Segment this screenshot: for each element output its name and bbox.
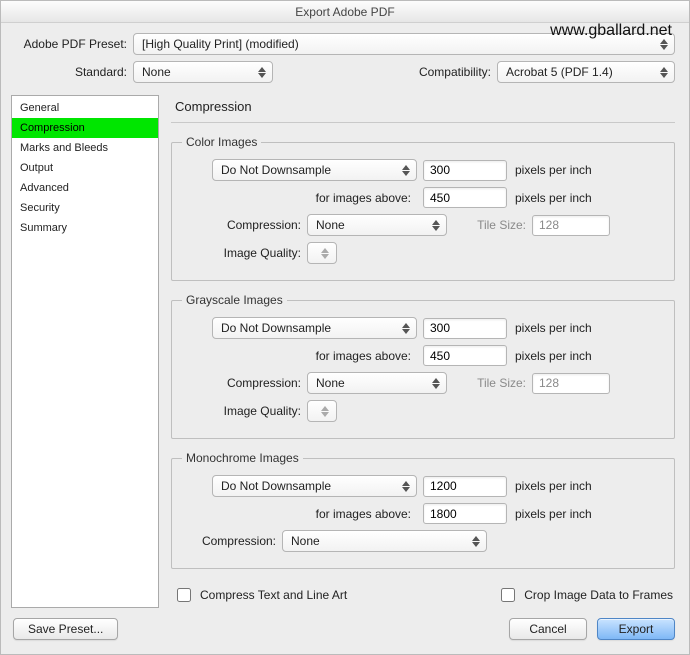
standard-label: Standard:: [15, 65, 133, 79]
compress-text-checkbox[interactable]: Compress Text and Line Art: [173, 585, 347, 605]
cancel-button[interactable]: Cancel: [509, 618, 587, 640]
standard-select[interactable]: None: [133, 61, 273, 83]
color-compression-select[interactable]: None: [307, 214, 447, 236]
compat-label: Compatibility:: [419, 65, 497, 79]
color-iq-label: Image Quality:: [182, 246, 307, 260]
color-compression-value: None: [316, 218, 345, 232]
sidebar-item-compression[interactable]: Compression: [12, 118, 158, 138]
dropdown-arrows-icon: [399, 165, 413, 176]
dropdown-arrows-icon: [657, 67, 671, 78]
grayscale-images-group: Grayscale Images Do Not Downsample pixel…: [171, 293, 675, 439]
export-pdf-dialog: Export Adobe PDF www.gballard.net Adobe …: [0, 0, 690, 655]
crop-image-input[interactable]: [501, 588, 515, 602]
gray-downsample-value: Do Not Downsample: [221, 321, 331, 335]
ppi-label: pixels per inch: [507, 479, 592, 493]
sidebar-item-label: Marks and Bleeds: [20, 142, 108, 154]
sidebar-item-advanced[interactable]: Advanced: [12, 178, 158, 198]
standard-value: None: [142, 65, 171, 79]
sidebar-item-label: Output: [20, 162, 53, 174]
dropdown-arrows-icon: [255, 67, 269, 78]
color-images-group: Color Images Do Not Downsample pixels pe…: [171, 135, 675, 281]
gray-compression-value: None: [316, 376, 345, 390]
bottom-checkboxes: Compress Text and Line Art Crop Image Da…: [171, 581, 675, 605]
save-preset-label: Save Preset...: [28, 622, 103, 636]
color-above-dpi-input[interactable]: [423, 187, 507, 208]
dropdown-arrows-icon: [429, 378, 443, 389]
watermark-text: www.gballard.net: [550, 22, 672, 40]
color-compression-label: Compression:: [182, 218, 307, 232]
crop-image-checkbox[interactable]: Crop Image Data to Frames: [497, 585, 673, 605]
compress-text-input[interactable]: [177, 588, 191, 602]
mono-above-dpi-input[interactable]: [423, 503, 507, 524]
monochrome-images-group: Monochrome Images Do Not Downsample pixe…: [171, 451, 675, 569]
compress-text-label: Compress Text and Line Art: [200, 588, 347, 602]
mono-downsample-select[interactable]: Do Not Downsample: [212, 475, 417, 497]
titlebar: Export Adobe PDF: [1, 1, 689, 23]
mono-dpi-input[interactable]: [423, 476, 507, 497]
ppi-label: pixels per inch: [507, 191, 592, 205]
sidebar-item-label: General: [20, 102, 59, 114]
color-legend: Color Images: [182, 135, 261, 149]
sidebar-item-label: Compression: [20, 122, 85, 134]
dropdown-arrows-icon: [657, 39, 671, 50]
save-preset-button[interactable]: Save Preset...: [13, 618, 118, 640]
dialog-footer: Save Preset... Cancel Export: [1, 618, 689, 654]
ppi-label: pixels per inch: [507, 321, 592, 335]
preset-label: Adobe PDF Preset:: [15, 37, 133, 51]
dialog-body: General Compression Marks and Bleeds Out…: [1, 95, 689, 618]
mono-above-label: for images above:: [182, 507, 417, 521]
panel-title: Compression: [171, 95, 675, 123]
gray-compression-select[interactable]: None: [307, 372, 447, 394]
sidebar-item-label: Security: [20, 202, 60, 214]
dropdown-arrows-icon: [318, 406, 332, 417]
mono-legend: Monochrome Images: [182, 451, 303, 465]
sidebar-item-label: Advanced: [20, 182, 69, 194]
color-tile-label: Tile Size:: [447, 218, 532, 232]
mono-compression-value: None: [291, 534, 320, 548]
mono-compression-label: Compression:: [182, 534, 282, 548]
gray-dpi-input[interactable]: [423, 318, 507, 339]
dropdown-arrows-icon: [469, 536, 483, 547]
gray-above-label: for images above:: [182, 349, 417, 363]
gray-iq-label: Image Quality:: [182, 404, 307, 418]
export-label: Export: [619, 622, 654, 636]
color-iq-select[interactable]: [307, 242, 337, 264]
color-above-label: for images above:: [182, 191, 417, 205]
gray-compression-label: Compression:: [182, 376, 307, 390]
window-title: Export Adobe PDF: [295, 5, 394, 19]
dropdown-arrows-icon: [399, 323, 413, 334]
gray-tile-input: [532, 373, 610, 394]
preset-value: [High Quality Print] (modified): [142, 37, 299, 51]
dropdown-arrows-icon: [399, 481, 413, 492]
color-downsample-value: Do Not Downsample: [221, 163, 331, 177]
gray-iq-select[interactable]: [307, 400, 337, 422]
export-button[interactable]: Export: [597, 618, 675, 640]
dropdown-arrows-icon: [318, 248, 332, 259]
ppi-label: pixels per inch: [507, 349, 592, 363]
color-tile-input: [532, 215, 610, 236]
category-sidebar: General Compression Marks and Bleeds Out…: [11, 95, 159, 608]
sidebar-item-general[interactable]: General: [12, 98, 158, 118]
color-downsample-select[interactable]: Do Not Downsample: [212, 159, 417, 181]
cancel-label: Cancel: [529, 622, 566, 636]
sidebar-item-security[interactable]: Security: [12, 198, 158, 218]
dropdown-arrows-icon: [429, 220, 443, 231]
sidebar-item-output[interactable]: Output: [12, 158, 158, 178]
gray-legend: Grayscale Images: [182, 293, 287, 307]
crop-image-label: Crop Image Data to Frames: [524, 588, 673, 602]
ppi-label: pixels per inch: [507, 507, 592, 521]
compat-select[interactable]: Acrobat 5 (PDF 1.4): [497, 61, 675, 83]
compression-panel: Compression Color Images Do Not Downsamp…: [171, 95, 675, 608]
sidebar-item-marks-bleeds[interactable]: Marks and Bleeds: [12, 138, 158, 158]
compat-value: Acrobat 5 (PDF 1.4): [506, 65, 613, 79]
ppi-label: pixels per inch: [507, 163, 592, 177]
color-dpi-input[interactable]: [423, 160, 507, 181]
gray-downsample-select[interactable]: Do Not Downsample: [212, 317, 417, 339]
mono-downsample-value: Do Not Downsample: [221, 479, 331, 493]
gray-above-dpi-input[interactable]: [423, 345, 507, 366]
gray-tile-label: Tile Size:: [447, 376, 532, 390]
mono-compression-select[interactable]: None: [282, 530, 487, 552]
sidebar-item-summary[interactable]: Summary: [12, 218, 158, 238]
sidebar-item-label: Summary: [20, 222, 67, 234]
